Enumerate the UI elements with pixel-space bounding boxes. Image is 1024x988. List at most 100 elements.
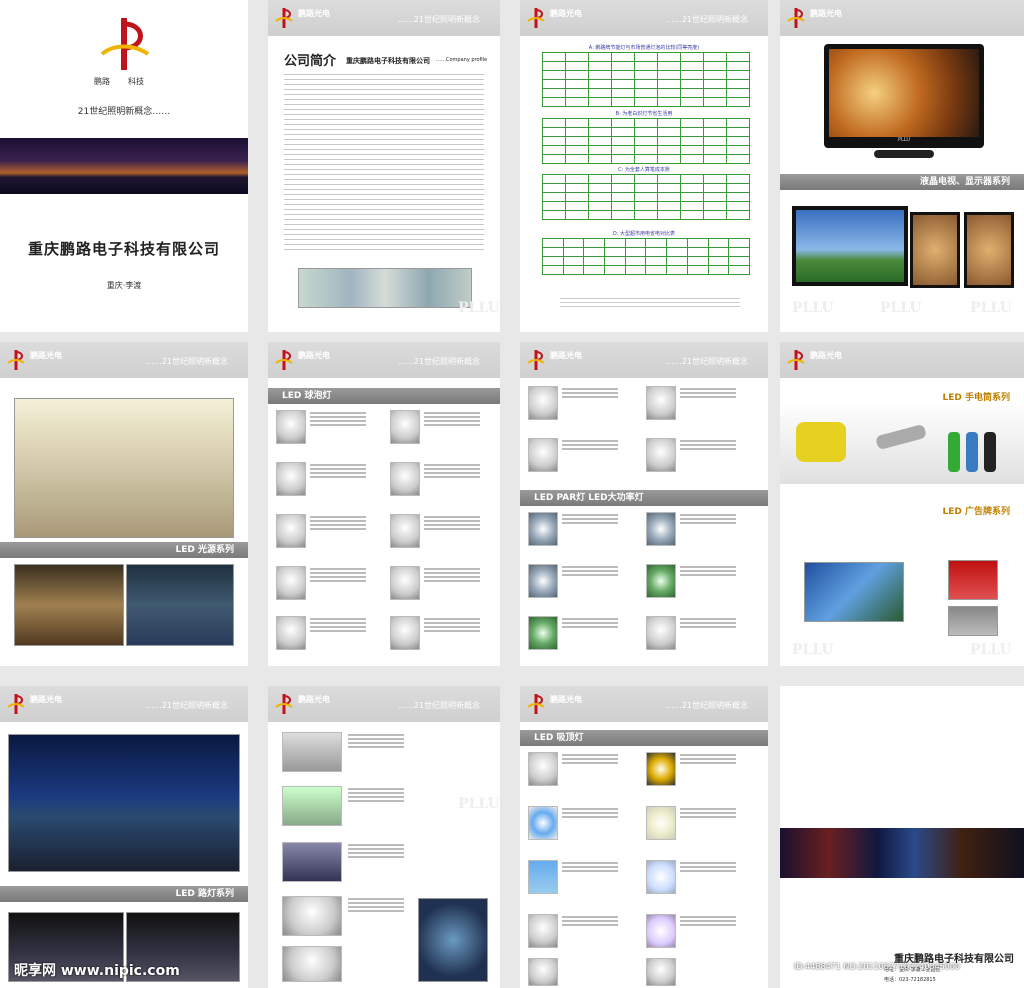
tv-page: 鹏路光电 PLLU 液晶电视、显示器系列 PLLU PLLU PLLU (780, 0, 1024, 332)
product-image (282, 732, 342, 772)
product-spec (562, 512, 618, 526)
product-spec (562, 860, 618, 874)
monitor-dogs-image-2 (964, 212, 1014, 288)
profile-title: 公司简介 (284, 54, 337, 69)
header-slogan: ……21世纪照明新概念 (665, 15, 748, 24)
cover-location: 重庆·李渡 (106, 281, 142, 290)
section-title-par: LED PAR灯 LED大功率灯 (520, 490, 768, 506)
header-brand: 鹏路光电 (550, 9, 582, 18)
flashlight-page: 鹏路光电 LED 手电筒系列 LED 广告牌系列 PLLU PLLU (780, 342, 1024, 666)
product-spec (680, 386, 736, 400)
product-image (390, 462, 420, 496)
product-image (282, 842, 342, 882)
city-night-image (0, 138, 248, 194)
header-slogan: ……21世纪照明新概念 (397, 15, 480, 24)
bulb-page: 鹏路光电 ……21世纪照明新概念 LED 球泡灯 (268, 342, 500, 666)
billboard-photo (804, 562, 904, 622)
section-title-street: LED 路灯系列 (0, 886, 248, 902)
street-light-page: 鹏路光电 ……21世纪照明新概念 LED 路灯系列 昵享网 www.nipic.… (0, 686, 248, 988)
page-header: 鹏路光电 ……21世纪照明新概念 (520, 342, 768, 378)
product-image (528, 958, 558, 986)
page-header: 鹏路光电 (780, 342, 1024, 378)
road-night-photo (8, 734, 240, 872)
table-a-caption: A: 鹏路牌节能灯与市场普通灯泡的比较(同等亮度) (588, 45, 700, 51)
header-slogan: ……21世纪照明新概念 (397, 701, 480, 710)
header-brand: 鹏路光电 (810, 351, 842, 360)
product-image (276, 410, 306, 444)
watermark: PLLU (970, 300, 1012, 316)
profile-body-text (284, 74, 484, 254)
building-night-photo (418, 898, 488, 982)
logo-icon (7, 694, 25, 714)
par-page: 鹏路光电 ……21世纪照明新概念 LED PAR灯 LED大功率灯 (520, 342, 768, 666)
header-brand: 鹏路光电 (298, 9, 330, 18)
product-image (390, 410, 420, 444)
product-image (276, 566, 306, 600)
product-spec (310, 462, 366, 480)
logo-icon (275, 8, 293, 28)
product-spec (424, 616, 480, 634)
watermark: PLLU (880, 300, 922, 316)
back-cover-page: 重庆鹏路电子科技有限公司 地址：重庆·李渡工业园区 电话：023-7218281… (780, 686, 1024, 988)
logo-icon (787, 8, 805, 28)
product-spec (562, 914, 618, 928)
product-spec (348, 786, 404, 804)
header-slogan: ……21世纪照明新概念 (145, 701, 228, 710)
product-spec (562, 564, 618, 578)
product-spec (680, 752, 736, 766)
hotel-interior-photo (14, 564, 124, 646)
watermark: PLLU (970, 642, 1012, 658)
product-image (646, 616, 676, 650)
header-brand: 鹏路光电 (30, 695, 62, 704)
header-brand: 鹏路光电 (30, 351, 62, 360)
comparison-page: 鹏路光电 ……21世纪照明新概念 A: 鹏路牌节能灯与市场普通灯泡的比较(同等亮… (520, 0, 768, 332)
header-slogan: ……21世纪照明新概念 (665, 701, 748, 710)
product-spec (310, 410, 366, 428)
back-tel: 电话：023-72182815 (884, 977, 936, 983)
product-image (646, 438, 676, 472)
logo-icon (787, 350, 805, 370)
product-spec (562, 438, 618, 452)
cover-company-name: 重庆鹏路电子科技有限公司 (27, 240, 220, 258)
section-title-billboard: LED 广告牌系列 (942, 507, 1011, 517)
logo-icon (7, 350, 25, 370)
tv-brand-label: PLLU (898, 137, 910, 143)
header-brand: 鹏路光电 (550, 351, 582, 360)
watermark: PLLU (458, 796, 500, 812)
logo-icon (275, 694, 293, 714)
table-d (542, 238, 750, 275)
product-image (528, 914, 558, 948)
factory-photo-strip (298, 268, 472, 308)
product-image (390, 616, 420, 650)
product-spec (562, 386, 618, 400)
profile-subtitle: ……Company profile (436, 57, 488, 63)
page-header: 鹏路光电 ……21世纪照明新概念 (520, 686, 768, 722)
power-lamp-page: 鹏路光电 ……21世纪照明新概念 PLLU (268, 686, 500, 988)
product-spec (680, 564, 736, 578)
section-title-tv: 液晶电视、显示器系列 (780, 174, 1024, 190)
product-image (276, 616, 306, 650)
product-spec (424, 462, 480, 480)
tv-large-image: PLLU (824, 44, 984, 148)
product-image (528, 438, 558, 472)
product-spec (680, 914, 736, 928)
header-slogan: ……21世纪照明新概念 (145, 357, 228, 366)
company-logo (100, 18, 150, 70)
page-header: 鹏路光电 ……21世纪照明新概念 (268, 0, 500, 36)
header-slogan: ……21世纪照明新概念 (397, 357, 480, 366)
product-image (646, 564, 676, 598)
section-title-ceiling: LED 吸顶灯 (520, 730, 768, 746)
product-spec (680, 512, 736, 526)
bathroom-photo (126, 564, 234, 646)
nipic-watermark: 昵享网 www.nipic.com (14, 963, 180, 979)
header-brand: 鹏路光电 (298, 351, 330, 360)
product-image (528, 752, 558, 786)
logo-icon (527, 8, 545, 28)
page-header: 鹏路光电 ……21世纪照明新概念 (0, 342, 248, 378)
product-image (646, 512, 676, 546)
product-image (390, 566, 420, 600)
product-image (528, 512, 558, 546)
section-title-lights: LED 光源系列 (0, 542, 248, 558)
watermark: PLLU (792, 300, 834, 316)
ceiling-lamp-page: 鹏路光电 ……21世纪照明新概念 LED 吸顶灯 (520, 686, 768, 988)
